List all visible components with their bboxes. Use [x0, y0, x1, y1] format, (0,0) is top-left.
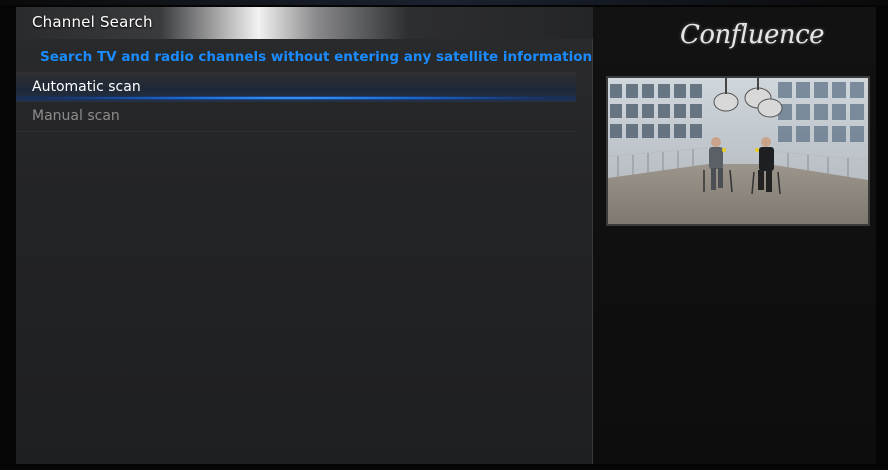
page-subtitle: Search TV and radio channels without ent… — [40, 49, 593, 65]
menu-item-label: Manual scan — [32, 108, 120, 124]
video-preview — [606, 76, 870, 226]
video-scene-image — [608, 78, 868, 224]
menu-item-manual-scan[interactable]: Manual scan — [16, 101, 576, 131]
top-edge — [0, 0, 888, 5]
window-title: Channel Search — [32, 13, 153, 31]
focus-highlight — [16, 96, 576, 100]
menu-divider — [16, 131, 576, 132]
confluence-logo: Confluence — [680, 20, 825, 50]
menu-item-label: Automatic scan — [32, 79, 141, 95]
screen: Channel Search Search TV and radio chann… — [0, 0, 888, 470]
